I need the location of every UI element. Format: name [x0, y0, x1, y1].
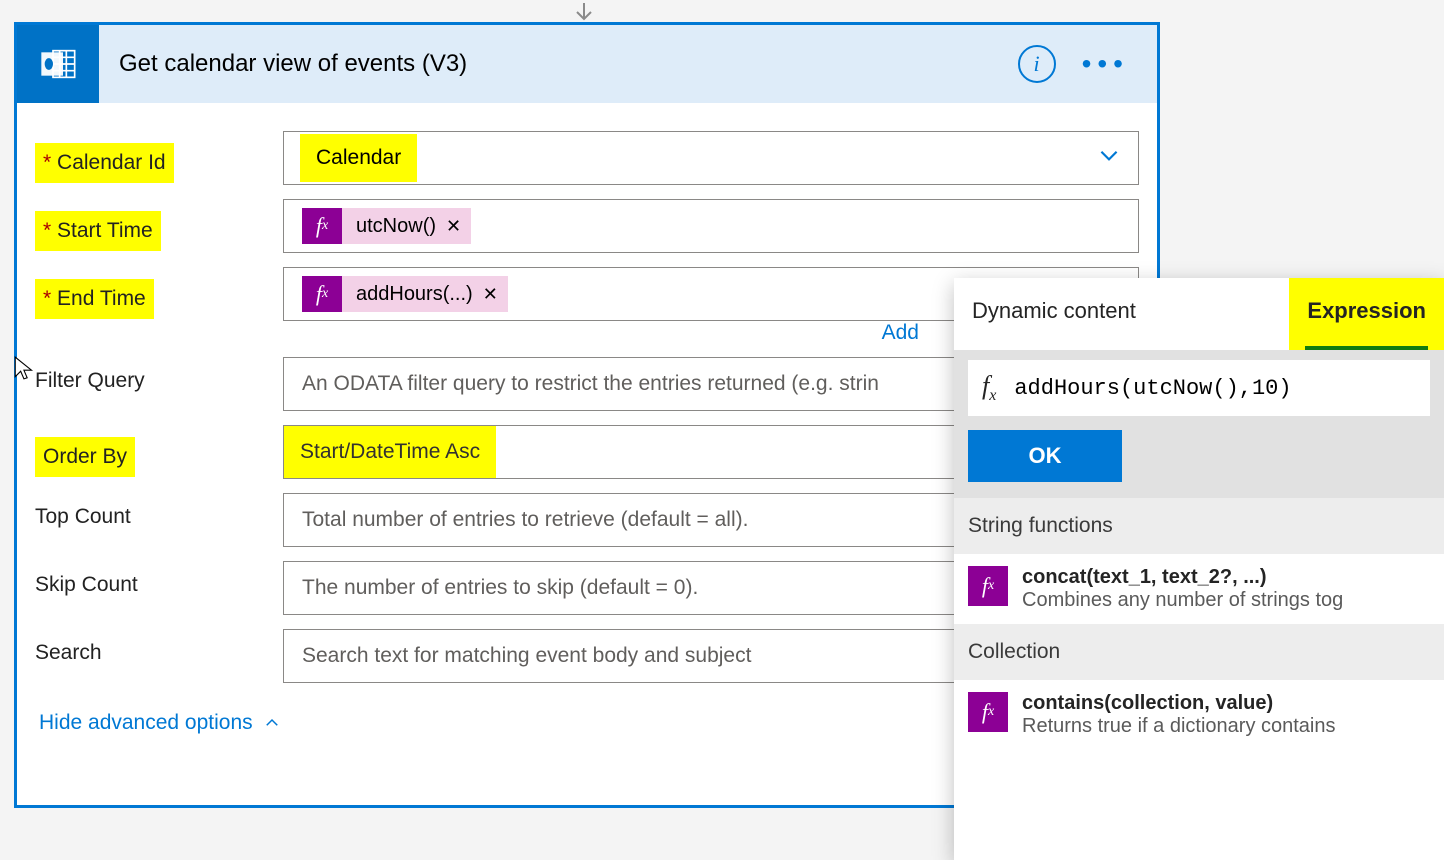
- label-search: Search: [35, 629, 283, 665]
- label-end-time: * End Time: [35, 267, 283, 319]
- fx-icon: fx: [302, 208, 342, 244]
- expression-text[interactable]: addHours(utcNow(),10): [1014, 376, 1291, 401]
- token-remove-icon[interactable]: ✕: [483, 284, 498, 305]
- chevron-up-icon: [263, 714, 281, 732]
- section-string-functions: String functions: [954, 498, 1444, 554]
- expression-popover: Dynamic content Expression fx addHours(u…: [954, 278, 1444, 860]
- label-start-time: * Start Time: [35, 199, 283, 251]
- popover-tabs: Dynamic content Expression: [954, 278, 1444, 350]
- fn-concat[interactable]: fx concat(text_1, text_2?, ...) Combines…: [954, 554, 1444, 624]
- expression-token-utcnow[interactable]: fx utcNow() ✕: [302, 208, 471, 244]
- tab-dynamic-content[interactable]: Dynamic content: [954, 278, 1154, 350]
- fx-icon: fx: [302, 276, 342, 312]
- label-filter-query: Filter Query: [35, 357, 283, 393]
- section-collection: Collection: [954, 624, 1444, 680]
- more-menu-icon[interactable]: •••: [1082, 48, 1129, 80]
- action-card-header[interactable]: Get calendar view of events (V3) i •••: [17, 25, 1157, 103]
- label-top-count: Top Count: [35, 493, 283, 529]
- outlook-connector-icon: [17, 25, 99, 103]
- fn-signature: contains(collection, value): [1022, 692, 1336, 715]
- label-skip-count: Skip Count: [35, 561, 283, 597]
- fn-description: Combines any number of strings tog: [1022, 589, 1343, 612]
- token-remove-icon[interactable]: ✕: [446, 216, 461, 237]
- label-order-by: Order By: [35, 425, 283, 477]
- info-icon[interactable]: i: [1018, 45, 1056, 83]
- fx-icon: fx: [968, 566, 1008, 606]
- fn-description: Returns true if a dictionary contains: [1022, 715, 1336, 738]
- expression-editor-area: fx addHours(utcNow(),10) OK: [954, 350, 1444, 498]
- fx-icon: fx: [982, 371, 996, 405]
- start-time-field[interactable]: fx utcNow() ✕: [283, 199, 1139, 253]
- calendar-id-dropdown[interactable]: Calendar: [283, 131, 1139, 185]
- chevron-down-icon: [1096, 142, 1122, 174]
- action-title: Get calendar view of events (V3): [99, 50, 467, 78]
- expression-input[interactable]: fx addHours(utcNow(),10): [968, 360, 1430, 416]
- mouse-cursor-icon: [12, 355, 38, 387]
- fn-contains[interactable]: fx contains(collection, value) Returns t…: [954, 680, 1444, 750]
- label-calendar-id: * Calendar Id: [35, 131, 283, 183]
- expression-token-addhours[interactable]: fx addHours(...) ✕: [302, 276, 508, 312]
- tab-expression[interactable]: Expression: [1289, 278, 1444, 350]
- ok-button[interactable]: OK: [968, 430, 1122, 482]
- fx-icon: fx: [968, 692, 1008, 732]
- fn-signature: concat(text_1, text_2?, ...): [1022, 566, 1343, 589]
